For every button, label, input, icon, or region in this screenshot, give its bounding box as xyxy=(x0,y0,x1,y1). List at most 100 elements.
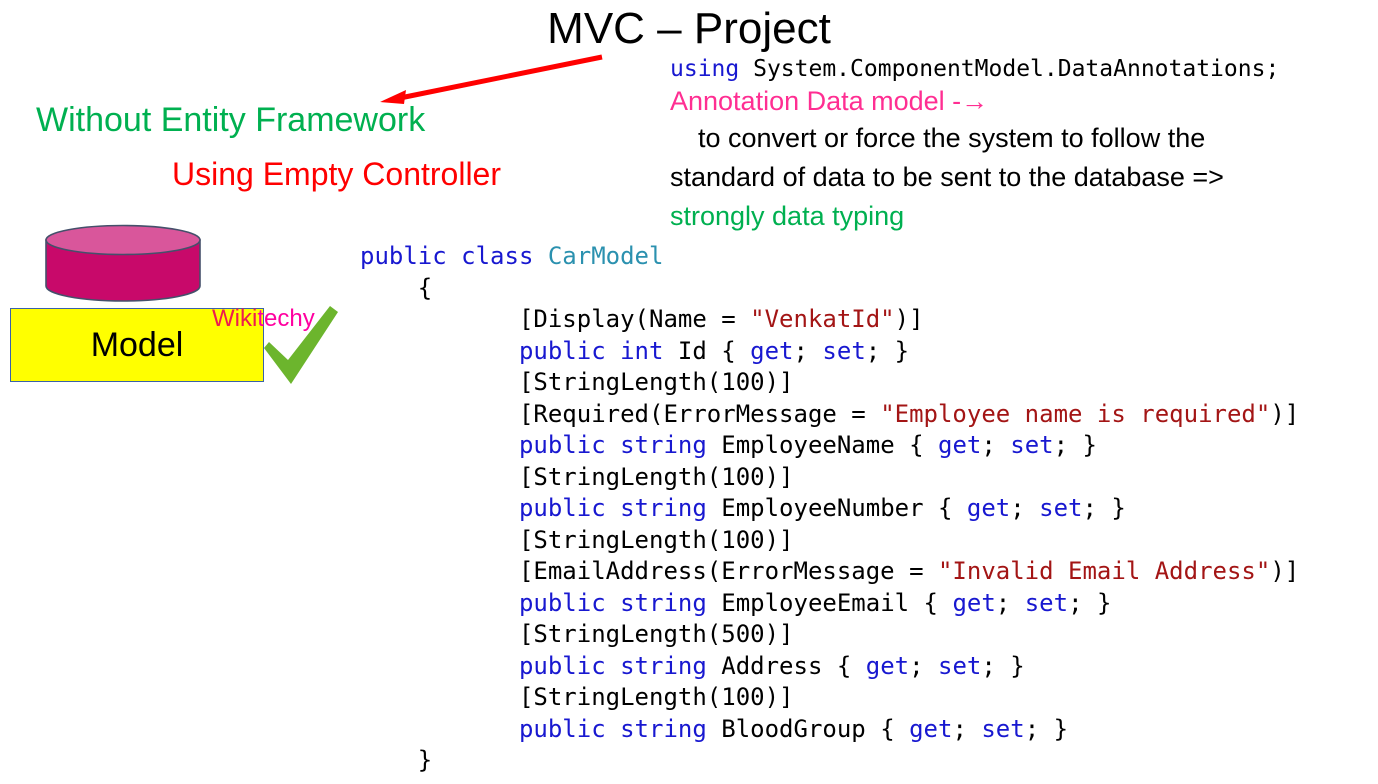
code-token: public int xyxy=(518,336,678,365)
database-cylinder-icon xyxy=(45,224,201,302)
code-token: ; xyxy=(793,336,823,365)
code-token: get xyxy=(750,336,794,365)
code-token: set xyxy=(1010,431,1054,459)
code-line: public class CarModel xyxy=(360,241,1299,273)
code-token: set xyxy=(938,651,982,680)
code-line: [StringLength(100)] xyxy=(360,682,1299,714)
code-token: [Display(Name = xyxy=(518,305,751,333)
code-token: CarModel xyxy=(547,242,664,270)
code-line: public string EmployeeEmail { get; set; … xyxy=(360,588,1299,620)
model-box-label: Model xyxy=(90,326,184,364)
code-token: [StringLength(100)] xyxy=(518,462,794,491)
code-token: [StringLength(100)] xyxy=(518,525,794,554)
code-token: [EmailAddress(ErrorMessage = xyxy=(518,557,938,585)
code-token: BloodGroup { xyxy=(721,714,910,743)
code-token: Id { xyxy=(677,336,751,365)
code-token: set xyxy=(1039,494,1083,522)
label-using-empty-controller: Using Empty Controller xyxy=(172,156,501,192)
using-namespace: System.ComponentModel.DataAnnotations; xyxy=(739,56,1280,82)
code-token: EmployeeNumber { xyxy=(721,494,967,522)
code-token: public string xyxy=(518,651,722,680)
code-token: public string xyxy=(518,588,722,617)
code-line: public string Address { get; set; } xyxy=(360,651,1299,683)
code-token: "VenkatId" xyxy=(750,305,895,333)
code-token: ; } xyxy=(981,651,1025,680)
code-line: [StringLength(100)] xyxy=(360,462,1299,494)
explanation-line-1: to convert or force the system to follow… xyxy=(670,119,1370,158)
code-token: set xyxy=(1024,588,1069,617)
code-line: [Required(ErrorMessage = "Employee name … xyxy=(360,399,1299,431)
code-line: [EmailAddress(ErrorMessage = "Invalid Em… xyxy=(360,556,1299,588)
code-line: public int Id { get; set; } xyxy=(360,336,1299,368)
code-token: set xyxy=(981,714,1025,743)
code-token: [Required(ErrorMessage = xyxy=(518,399,881,428)
code-token: public string xyxy=(518,431,722,459)
code-line: public string EmployeeName { get; set; } xyxy=(360,430,1299,462)
code-token: public class xyxy=(360,242,548,270)
code-token: ; } xyxy=(1082,494,1126,522)
code-line: [StringLength(500)] xyxy=(360,619,1299,651)
code-token: public string xyxy=(518,494,722,522)
code-token: ; xyxy=(952,714,982,743)
explanation-line-2: standard of data to be sent to the datab… xyxy=(670,162,1224,192)
code-token: ; xyxy=(1010,494,1040,522)
code-token: ; } xyxy=(865,336,910,365)
code-token: )] xyxy=(1270,399,1300,428)
explanation-line-3: strongly data typing xyxy=(670,201,905,231)
code-token: get xyxy=(952,588,996,617)
explanation-line-1-text: to convert or force the system to follow… xyxy=(698,123,1206,153)
page-title: MVC – Project xyxy=(547,4,831,53)
code-token: } xyxy=(417,746,433,774)
code-line: public string BloodGroup { get; set; } xyxy=(360,714,1299,746)
code-line: [Display(Name = "VenkatId")] xyxy=(360,304,1299,336)
code-token: set xyxy=(822,336,866,365)
code-token: "Employee name is required" xyxy=(880,399,1271,428)
code-line: public string EmployeeNumber { get; set;… xyxy=(360,493,1299,525)
code-block: public class CarModel { [Display(Name = … xyxy=(360,241,1299,777)
annotation-data-model-heading: Annotation Data model -→ xyxy=(670,86,989,116)
code-token: ; } xyxy=(1053,431,1097,459)
code-token: public string xyxy=(518,714,722,743)
code-token: [StringLength(500)] xyxy=(518,620,794,648)
code-token: Address { xyxy=(721,651,866,680)
label-without-entity-framework: Without Entity Framework xyxy=(36,101,426,139)
using-directive: using System.ComponentModel.DataAnnotati… xyxy=(670,54,1279,84)
code-token: get xyxy=(909,714,953,743)
code-line: [StringLength(100)] xyxy=(360,367,1299,399)
code-token: get xyxy=(938,431,982,459)
explanation-text: to convert or force the system to follow… xyxy=(670,119,1370,236)
code-token: ; } xyxy=(1024,714,1069,743)
code-token: EmployeeEmail { xyxy=(721,588,953,617)
code-token: { xyxy=(417,273,433,302)
code-line: } xyxy=(360,745,1299,777)
code-token: [StringLength(100)] xyxy=(518,683,794,711)
code-token: get xyxy=(966,494,1011,522)
code-token: ; xyxy=(995,588,1025,617)
code-token: [StringLength(100)] xyxy=(518,368,794,396)
code-line: { xyxy=(360,273,1299,305)
watermark-part-a: Wiki xyxy=(212,305,258,332)
code-token: )] xyxy=(894,305,924,333)
code-token: EmployeeName { xyxy=(721,431,938,459)
using-keyword: using xyxy=(670,56,740,82)
code-token: )] xyxy=(1270,557,1300,585)
check-icon xyxy=(264,306,338,384)
code-token: ; xyxy=(981,431,1011,459)
code-token: "Invalid Email Address" xyxy=(937,557,1271,585)
